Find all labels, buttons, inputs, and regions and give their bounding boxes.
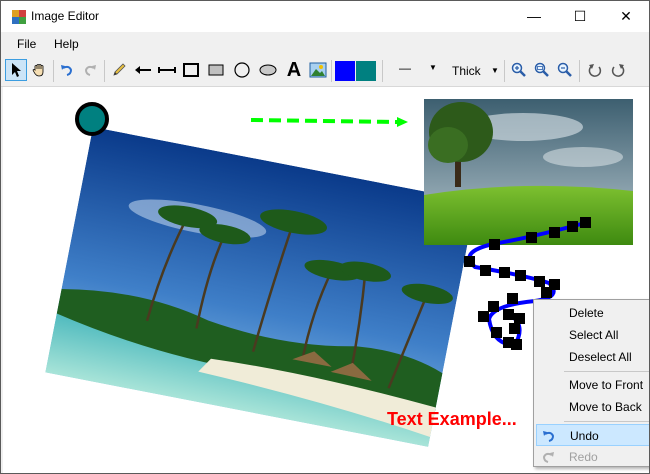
- toolbar-separator: [331, 60, 332, 82]
- toolbar-separator: [53, 60, 54, 82]
- app-icon: [12, 10, 26, 24]
- chevron-down-icon: ▼: [491, 66, 499, 75]
- chevron-down-icon: ▼: [429, 63, 437, 72]
- beach-image[interactable]: [45, 127, 476, 447]
- image-tool-button[interactable]: [307, 59, 329, 81]
- context-separator: [564, 421, 649, 422]
- ellipse-icon: [259, 64, 277, 76]
- pencil-tool-button[interactable]: [108, 59, 130, 81]
- fill-color-swatch[interactable]: [335, 61, 355, 81]
- context-item-label: Deselect All: [569, 350, 632, 364]
- window-title: Image Editor: [31, 9, 100, 23]
- rectangle-icon: [183, 63, 199, 77]
- maximize-button[interactable]: ☐: [557, 1, 603, 32]
- rectangle-tool-button[interactable]: [180, 59, 202, 81]
- circle-tool-button[interactable]: [231, 59, 253, 81]
- rotate-right-icon: [611, 64, 625, 77]
- green-dashed-arrow[interactable]: [250, 117, 408, 127]
- context-item-move-to-back[interactable]: Move to Back: [536, 396, 649, 418]
- context-item-label: Undo: [570, 429, 599, 443]
- hand-icon: [32, 64, 44, 77]
- redo-button[interactable]: [79, 59, 101, 81]
- ellipse-tool-button[interactable]: [257, 59, 279, 81]
- thickness-dropdown[interactable]: Thick ▼: [447, 60, 501, 80]
- line-style-dropdown[interactable]: — ▼: [391, 60, 443, 80]
- toolbar-separator: [579, 60, 580, 82]
- context-item-label: Redo: [569, 450, 598, 464]
- undo-icon: [543, 431, 555, 442]
- minimize-button[interactable]: —: [511, 1, 557, 32]
- context-item-redo[interactable]: Redo: [536, 446, 649, 468]
- zoom-in-icon: [511, 62, 526, 77]
- arrow-icon: [135, 66, 151, 74]
- toolbar-separator: [104, 60, 105, 82]
- text-icon: A: [286, 58, 302, 81]
- context-menu: Delete Select All Deselect All Move to F…: [533, 299, 649, 468]
- undo-button[interactable]: [56, 59, 78, 81]
- context-item-label: Select All: [569, 328, 619, 342]
- menu-bar: File Help: [1, 32, 649, 56]
- context-item-undo[interactable]: Undo: [536, 424, 649, 446]
- title-bar: Image Editor — ☐ ✕: [1, 1, 649, 32]
- redo-icon: [84, 65, 96, 76]
- zoom-in-button[interactable]: [508, 59, 530, 81]
- context-separator: [564, 371, 649, 372]
- context-item-delete[interactable]: Delete: [536, 302, 649, 324]
- thickness-value: Thick: [452, 64, 481, 78]
- filled-rectangle-tool-button[interactable]: [205, 59, 227, 81]
- rotate-left-icon: [588, 64, 602, 77]
- image-editor-window: Image Editor — ☐ ✕ File Help A — ▼ Thick…: [0, 0, 650, 474]
- redo-icon: [542, 452, 554, 463]
- close-button[interactable]: ✕: [603, 1, 649, 32]
- rotate-right-button[interactable]: [607, 59, 629, 81]
- context-item-select-all[interactable]: Select All: [536, 324, 649, 346]
- stroke-color-swatch[interactable]: [356, 61, 376, 81]
- toolbar: A — ▼ Thick ▼: [1, 56, 649, 87]
- context-item-label: Delete: [569, 306, 604, 320]
- circle-icon: [234, 62, 250, 78]
- image-icon: [309, 62, 327, 78]
- zoom-actual-icon: [534, 62, 549, 77]
- rotate-left-button[interactable]: [584, 59, 606, 81]
- pencil-icon: [113, 63, 126, 76]
- pan-tool-button[interactable]: [28, 59, 50, 81]
- text-example-shape[interactable]: Text Example...: [387, 409, 517, 429]
- filled-rectangle-icon: [208, 64, 224, 76]
- menu-file[interactable]: File: [17, 37, 36, 51]
- line-icon: [158, 67, 176, 73]
- teal-circle-shape[interactable]: [75, 102, 109, 136]
- toolbar-separator: [504, 60, 505, 82]
- toolbar-separator: [382, 60, 383, 82]
- menu-help[interactable]: Help: [54, 37, 79, 51]
- zoom-actual-button[interactable]: [531, 59, 553, 81]
- zoom-out-button[interactable]: [554, 59, 576, 81]
- pointer-icon: [12, 63, 21, 77]
- pointer-tool-button[interactable]: [5, 59, 27, 81]
- context-item-move-to-front[interactable]: Move to Front: [536, 374, 649, 396]
- line-style-value: —: [399, 61, 411, 75]
- text-tool-button[interactable]: A: [283, 59, 305, 81]
- zoom-out-icon: [557, 62, 572, 77]
- context-item-label: Move to Back: [569, 400, 642, 414]
- context-item-label: Move to Front: [569, 378, 644, 392]
- arrow-tool-button[interactable]: [132, 59, 154, 81]
- field-image[interactable]: [424, 99, 633, 245]
- line-tool-button[interactable]: [156, 59, 178, 81]
- context-item-deselect-all[interactable]: Deselect All: [536, 346, 649, 368]
- undo-icon: [61, 65, 73, 76]
